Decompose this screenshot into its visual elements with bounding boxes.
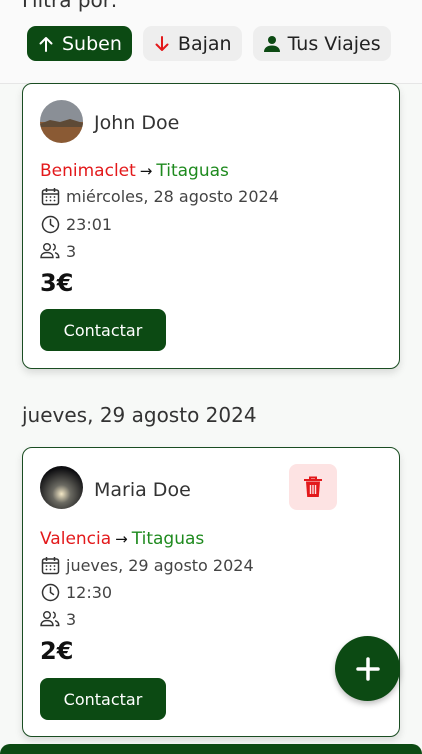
date-row: jueves, 29 agosto 2024	[40, 555, 254, 575]
clock-icon	[40, 582, 60, 602]
trip-seats: 3	[66, 241, 77, 261]
trash-icon	[304, 476, 322, 497]
add-trip-button[interactable]	[335, 636, 400, 701]
calendar-icon	[40, 555, 60, 575]
clock-icon	[40, 214, 60, 234]
route: Benimaclet → Titaguas	[40, 161, 229, 181]
people-icon	[40, 241, 60, 261]
plus-icon	[355, 656, 380, 681]
trip-price: 3€	[40, 269, 74, 297]
people-icon	[40, 609, 60, 629]
trip-date: jueves, 29 agosto 2024	[66, 555, 254, 575]
trip-card: Maria Doe Valencia → Titaguas jueves, 29…	[22, 447, 400, 737]
trip-seats: 3	[66, 609, 77, 629]
destination: Titaguas	[156, 161, 229, 181]
trip-card: John Doe Benimaclet → Titaguas miércoles…	[22, 83, 400, 369]
filter-header: Filtra por: Suben Bajan Tus Viajes	[0, 0, 422, 84]
trip-time: 23:01	[66, 214, 113, 234]
avatar	[40, 466, 83, 509]
driver-name: Maria Doe	[94, 479, 191, 501]
route: Valencia → Titaguas	[40, 529, 204, 549]
route-arrow: →	[115, 530, 128, 548]
chip-label: Tus Viajes	[287, 32, 381, 55]
date-row: miércoles, 28 agosto 2024	[40, 186, 279, 206]
person-icon	[261, 33, 283, 55]
chip-label: Suben	[62, 32, 122, 55]
origin: Benimaclet	[40, 161, 136, 181]
bottom-nav-bar	[0, 744, 422, 754]
delete-button[interactable]	[289, 464, 337, 510]
filter-chip-bajan[interactable]: Bajan	[142, 26, 242, 61]
contact-button[interactable]: Contactar	[40, 678, 166, 720]
filter-chips: Suben Bajan Tus Viajes	[27, 26, 391, 61]
calendar-icon	[40, 186, 60, 206]
origin: Valencia	[40, 529, 112, 549]
driver-name: John Doe	[94, 112, 180, 134]
time-row: 23:01	[40, 214, 112, 234]
filter-label: Filtra por:	[22, 0, 118, 12]
date-heading: jueves, 29 agosto 2024	[22, 403, 257, 427]
trip-price: 2€	[40, 637, 74, 665]
destination: Titaguas	[131, 529, 205, 549]
trip-date: miércoles, 28 agosto 2024	[66, 186, 279, 206]
chip-label: Bajan	[177, 32, 232, 55]
seats-row: 3	[40, 241, 76, 261]
contact-button[interactable]: Contactar	[40, 309, 166, 351]
arrow-down-icon	[151, 33, 173, 55]
seats-row: 3	[40, 609, 76, 629]
filter-chip-suben[interactable]: Suben	[27, 26, 132, 61]
arrow-up-icon	[35, 33, 57, 55]
time-row: 12:30	[40, 582, 112, 602]
filter-chip-tus-viajes[interactable]: Tus Viajes	[252, 26, 391, 61]
route-arrow: →	[139, 162, 153, 180]
avatar	[40, 100, 83, 143]
trip-time: 12:30	[66, 582, 113, 602]
